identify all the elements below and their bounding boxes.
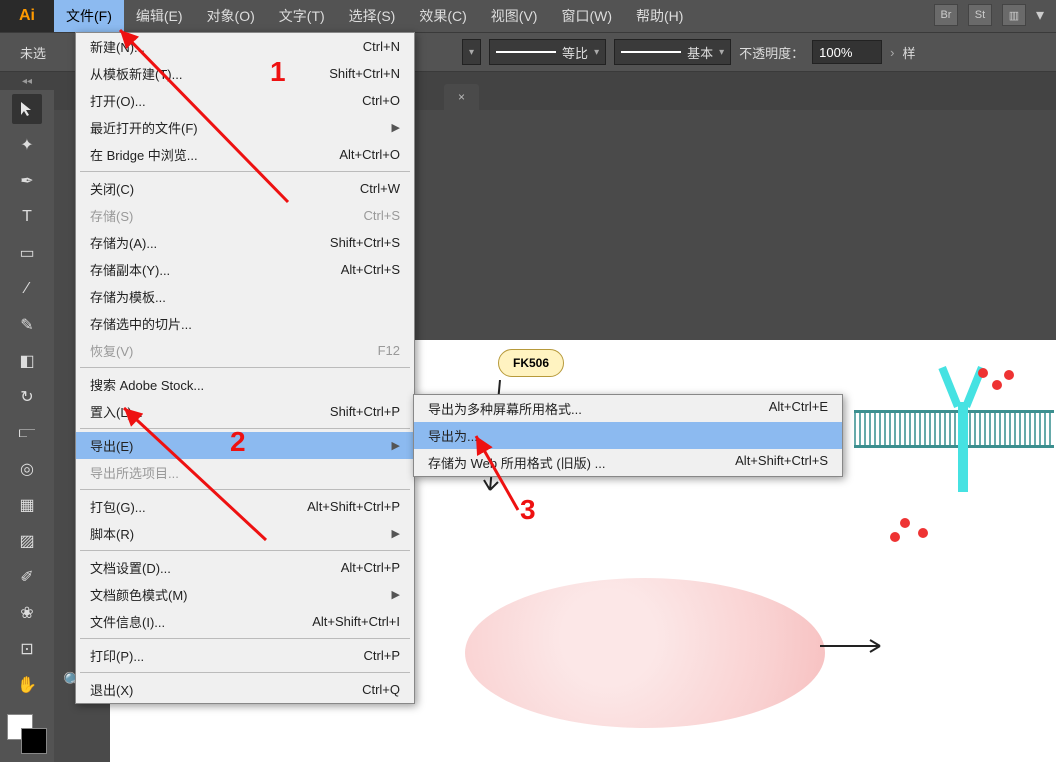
menu-item[interactable]: 存储选中的切片... <box>76 310 414 337</box>
menu-窗口[interactable]: 窗口(W) <box>549 0 624 32</box>
receptor-shape <box>940 362 984 492</box>
eraser-tool[interactable]: ◧ <box>12 346 42 376</box>
selection-status: 未选 <box>20 43 46 62</box>
menu-item[interactable]: 文档设置(D)...Alt+Ctrl+P <box>76 554 414 581</box>
menu-item[interactable]: 存储副本(Y)...Alt+Ctrl+S <box>76 256 414 283</box>
annotation-1: 1 <box>270 56 286 88</box>
type-tool[interactable]: T <box>12 202 42 232</box>
magic-wand-tool[interactable]: ✦ <box>12 130 42 160</box>
left-toolbar: ◂◂ ✦ ✒ T ▭ ⁄ ✎ ◧ ↻ ⫍ ◎ ▦ ▨ ✐ ❀ ⊡ ✋ 🔍 <box>0 72 54 762</box>
pencil-tool[interactable]: ✎ <box>12 310 42 340</box>
submenu-arrow-icon: ▶ <box>392 527 400 540</box>
menu-item[interactable]: 存储为模板... <box>76 283 414 310</box>
app-logo: Ai <box>0 0 54 32</box>
mesh-tool[interactable]: ▨ <box>12 526 42 556</box>
workspace-switcher[interactable]: ▥ <box>1002 4 1026 26</box>
menu-item[interactable]: 文档颜色模式(M)▶ <box>76 581 414 608</box>
artboard-tool[interactable]: ⊡ <box>12 634 42 664</box>
width-tool[interactable]: ⫍ <box>12 418 42 448</box>
dropdown-arrow-icon[interactable]: ▾ <box>462 39 481 65</box>
menu-item[interactable]: 打印(P)...Ctrl+P <box>76 642 414 669</box>
annotation-3: 3 <box>520 494 536 526</box>
menu-item[interactable]: 退出(X)Ctrl+Q <box>76 676 414 703</box>
hand-tool[interactable]: ✋ <box>12 670 42 700</box>
submenu-item[interactable]: 导出为多种屏幕所用格式...Alt+Ctrl+E <box>414 395 842 422</box>
stock-button[interactable]: St <box>968 4 992 26</box>
pathway-arrow-right <box>820 636 890 656</box>
color-swatch[interactable] <box>7 714 47 754</box>
submenu-arrow-icon: ▶ <box>392 439 400 452</box>
annotation-arrow-1 <box>108 22 308 212</box>
rotate-tool[interactable]: ↻ <box>12 382 42 412</box>
close-tab-icon[interactable]: × <box>458 90 465 104</box>
annotation-arrow-3 <box>468 430 528 520</box>
symbol-sprayer-tool[interactable]: ❀ <box>12 598 42 628</box>
selection-tool[interactable] <box>12 94 42 124</box>
opacity-label: 不透明度： <box>739 43 804 62</box>
menu-item[interactable]: 文件信息(I)...Alt+Shift+Ctrl+I <box>76 608 414 635</box>
perspective-grid-tool[interactable]: ▦ <box>12 490 42 520</box>
fk506-label: FK506 <box>498 349 564 377</box>
top-right-panel: Br St ▥ ▾ <box>934 4 1044 26</box>
submenu-arrow-icon: ▶ <box>392 121 400 134</box>
annotation-2: 2 <box>230 426 246 458</box>
shape-builder-tool[interactable]: ◎ <box>12 454 42 484</box>
chevron-right-icon[interactable]: › <box>890 45 894 60</box>
menu-帮助[interactable]: 帮助(H) <box>624 0 695 32</box>
stroke-basic-dropdown[interactable]: 基本▾ <box>614 39 731 65</box>
menu-item[interactable]: 存储为(A)...Shift+Ctrl+S <box>76 229 414 256</box>
menu-item[interactable]: 搜索 Adobe Stock... <box>76 371 414 398</box>
opacity-input[interactable]: 100% <box>812 40 882 64</box>
menu-效果[interactable]: 效果(C) <box>407 0 478 32</box>
submenu-arrow-icon: ▶ <box>392 588 400 601</box>
menu-视图[interactable]: 视图(V) <box>479 0 550 32</box>
stroke-proportional-dropdown[interactable]: 等比▾ <box>489 39 606 65</box>
cell-nucleus-shape <box>465 578 825 728</box>
toolbar-handle[interactable]: ◂◂ <box>0 72 54 90</box>
document-tab[interactable]: × <box>444 84 479 110</box>
rectangle-tool[interactable]: ▭ <box>12 238 42 268</box>
annotation-arrow-2 <box>116 400 286 550</box>
style-label: 样 <box>903 43 916 62</box>
paintbrush-tool[interactable]: ⁄ <box>12 274 42 304</box>
pen-tool[interactable]: ✒ <box>12 166 42 196</box>
menu-选择[interactable]: 选择(S) <box>337 0 408 32</box>
bridge-button[interactable]: Br <box>934 4 958 26</box>
search-icon[interactable]: ▾ <box>1036 5 1044 25</box>
menu-item: 恢复(V)F12 <box>76 337 414 364</box>
eyedropper-tool[interactable]: ✐ <box>12 562 42 592</box>
